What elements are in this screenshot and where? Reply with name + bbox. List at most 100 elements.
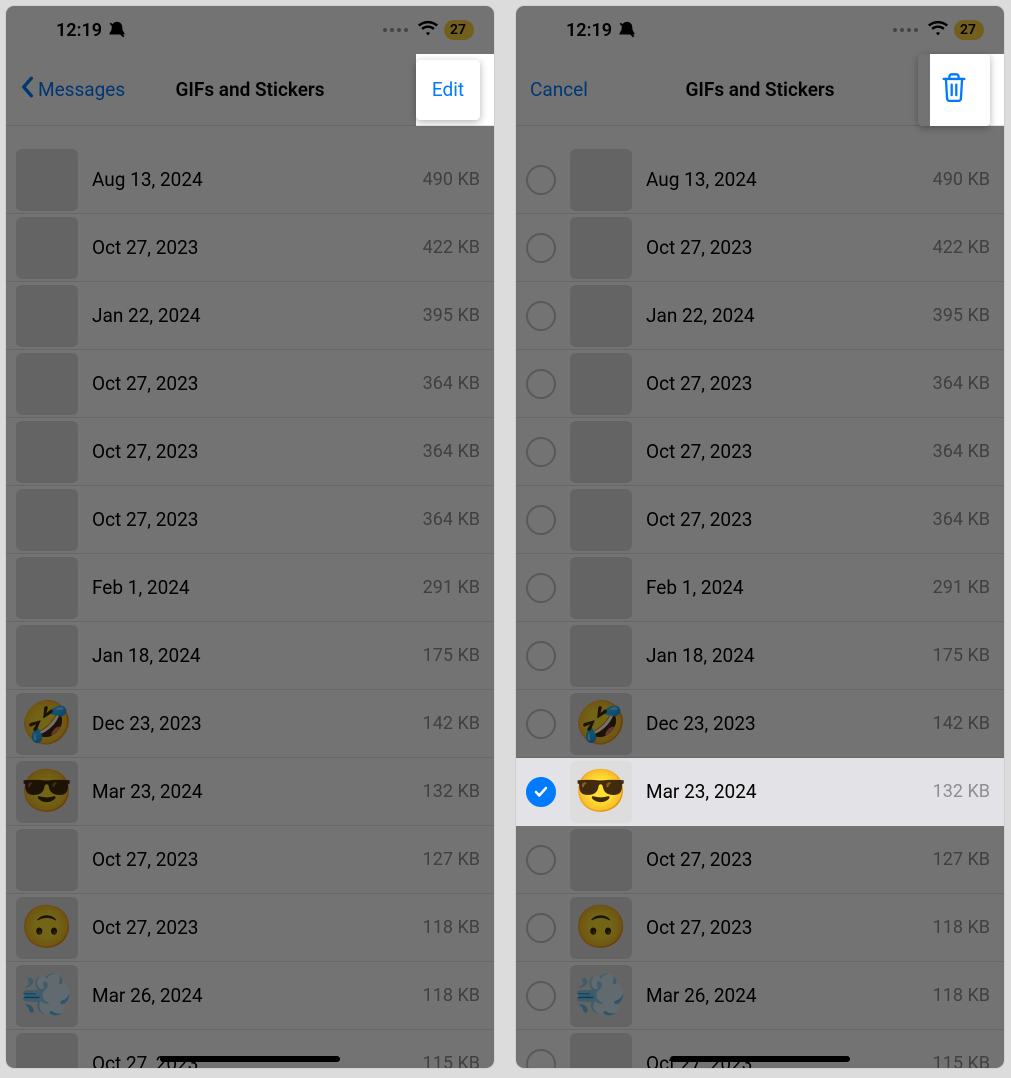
item-size: 364 KB [933, 509, 990, 530]
item-size: 118 KB [423, 917, 480, 938]
list-item[interactable]: Oct 27, 2023364 KB [516, 418, 1004, 486]
list-item[interactable]: Jan 22, 2024395 KB [516, 282, 1004, 350]
select-checkbox[interactable] [526, 301, 556, 331]
sticker-thumbnail: 💨 [570, 965, 632, 1027]
item-size: 142 KB [933, 713, 990, 734]
silent-icon [108, 21, 126, 39]
sticker-list[interactable]: Aug 13, 2024490 KBOct 27, 2023422 KBJan … [6, 146, 494, 1068]
select-checkbox[interactable] [526, 913, 556, 943]
list-item[interactable]: 🤣Dec 23, 2023142 KB [6, 690, 494, 758]
select-checkbox[interactable] [526, 505, 556, 535]
delete-button[interactable] [918, 54, 990, 126]
item-size: 127 KB [933, 849, 990, 870]
list-item[interactable]: Aug 13, 2024490 KB [516, 146, 1004, 214]
select-checkbox[interactable] [526, 845, 556, 875]
sticker-thumbnail: 🙃 [570, 897, 632, 959]
item-date: Jan 18, 2024 [92, 644, 423, 667]
select-checkbox[interactable] [526, 233, 556, 263]
sticker-thumbnail [570, 829, 632, 891]
cancel-button[interactable]: Cancel [530, 78, 588, 101]
sticker-list-editmode[interactable]: Aug 13, 2024490 KBOct 27, 2023422 KBJan … [516, 146, 1004, 1068]
chevron-left-icon [20, 76, 38, 103]
item-size: 364 KB [423, 509, 480, 530]
status-bar: 12:19 27 [516, 6, 1004, 54]
select-checkbox[interactable] [526, 1049, 556, 1069]
list-item[interactable]: 💨Mar 26, 2024118 KB [6, 962, 494, 1030]
sticker-thumbnail: 💨 [16, 965, 78, 1027]
item-size: 291 KB [933, 577, 990, 598]
item-size: 132 KB [423, 781, 480, 802]
item-size: 175 KB [933, 645, 990, 666]
list-item[interactable]: Oct 27, 2023115 KB [6, 1030, 494, 1068]
list-item[interactable]: Oct 27, 2023127 KB [6, 826, 494, 894]
list-item[interactable]: Oct 27, 2023364 KB [6, 418, 494, 486]
item-date: Jan 22, 2024 [92, 304, 423, 327]
item-size: 422 KB [423, 237, 480, 258]
item-size: 118 KB [423, 985, 480, 1006]
select-checkbox[interactable] [526, 981, 556, 1011]
select-checkbox[interactable] [526, 641, 556, 671]
list-item[interactable]: Oct 27, 2023364 KB [516, 486, 1004, 554]
select-checkbox[interactable] [526, 573, 556, 603]
list-item[interactable]: Jan 18, 2024175 KB [516, 622, 1004, 690]
list-item[interactable]: 🙃 Oct 27, 2023118 KB [516, 894, 1004, 962]
item-size: 118 KB [933, 985, 990, 1006]
item-date: Oct 27, 2023 [646, 916, 933, 939]
item-size: 490 KB [933, 169, 990, 190]
sticker-thumbnail: 🙃 [16, 897, 78, 959]
select-checkbox[interactable] [526, 437, 556, 467]
select-checkbox[interactable] [526, 165, 556, 195]
edit-button[interactable]: Edit [416, 60, 480, 120]
silent-icon [618, 21, 636, 39]
sticker-thumbnail [570, 285, 632, 347]
list-item[interactable]: Feb 1, 2024291 KB [6, 554, 494, 622]
trash-icon [940, 72, 968, 107]
list-item[interactable]: Oct 27, 2023115 KB [516, 1030, 1004, 1068]
sticker-thumbnail [16, 217, 78, 279]
item-size: 395 KB [423, 305, 480, 326]
home-indicator [670, 1056, 850, 1062]
item-date: Oct 27, 2023 [92, 236, 423, 259]
list-item[interactable]: 😎Mar 23, 2024132 KB [516, 758, 1004, 826]
sticker-thumbnail: 🤣 [570, 693, 632, 755]
list-item[interactable]: Oct 27, 2023364 KB [516, 350, 1004, 418]
select-checkbox[interactable] [526, 777, 556, 807]
sticker-thumbnail [570, 557, 632, 619]
item-date: Oct 27, 2023 [646, 848, 933, 871]
list-item[interactable]: Oct 27, 2023422 KB [6, 214, 494, 282]
back-button[interactable]: Messages [20, 76, 125, 103]
sticker-thumbnail [16, 1033, 78, 1069]
wifi-icon [418, 20, 438, 41]
item-size: 175 KB [423, 645, 480, 666]
status-time: 12:19 [56, 20, 102, 41]
item-date: Oct 27, 2023 [92, 916, 423, 939]
list-item[interactable]: Oct 27, 2023127 KB [516, 826, 1004, 894]
list-item[interactable]: Jan 22, 2024395 KB [6, 282, 494, 350]
item-size: 115 KB [933, 1053, 990, 1068]
back-label: Messages [38, 78, 125, 101]
list-item[interactable]: 🤣 Dec 23, 2023142 KB [516, 690, 1004, 758]
list-item[interactable]: Oct 27, 2023364 KB [6, 486, 494, 554]
item-size: 364 KB [933, 373, 990, 394]
sticker-thumbnail [570, 149, 632, 211]
sticker-thumbnail [16, 829, 78, 891]
select-checkbox[interactable] [526, 709, 556, 739]
item-date: Feb 1, 2024 [92, 576, 423, 599]
list-item[interactable]: Aug 13, 2024490 KB [6, 146, 494, 214]
list-item[interactable]: 💨 Mar 26, 2024118 KB [516, 962, 1004, 1030]
list-item[interactable]: Feb 1, 2024291 KB [516, 554, 1004, 622]
list-item[interactable]: Oct 27, 2023422 KB [516, 214, 1004, 282]
battery-indicator: 27 [444, 20, 474, 40]
item-date: Aug 13, 2024 [646, 168, 933, 191]
list-item[interactable]: Oct 27, 2023364 KB [6, 350, 494, 418]
item-date: Mar 26, 2024 [646, 984, 933, 1007]
list-item[interactable]: 😎Mar 23, 2024132 KB [6, 758, 494, 826]
item-date: Jan 18, 2024 [646, 644, 933, 667]
sticker-thumbnail [570, 353, 632, 415]
item-size: 118 KB [933, 917, 990, 938]
list-item[interactable]: 🙃 Oct 27, 2023118 KB [6, 894, 494, 962]
item-size: 115 KB [423, 1053, 480, 1068]
list-item[interactable]: Jan 18, 2024175 KB [6, 622, 494, 690]
select-checkbox[interactable] [526, 369, 556, 399]
item-date: Dec 23, 2023 [646, 712, 933, 735]
